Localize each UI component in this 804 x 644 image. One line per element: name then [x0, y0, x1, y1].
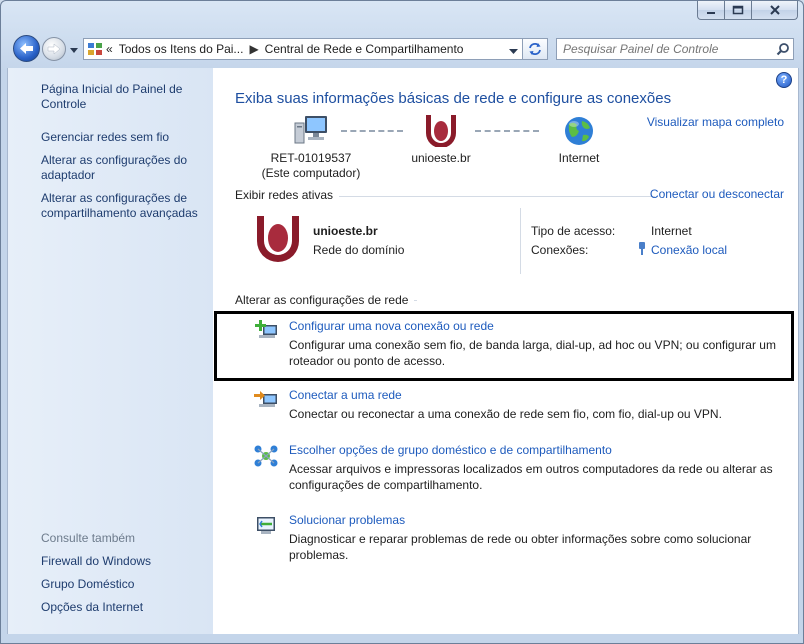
active-network-type[interactable]: Rede do domínio	[313, 243, 404, 257]
close-icon	[769, 5, 780, 15]
computer-name: RET-01019537	[270, 151, 352, 165]
forward-arrow-icon	[47, 43, 61, 55]
breadcrumb-all-items[interactable]: Todos os Itens do Pai...	[119, 42, 244, 56]
network-logo-icon	[426, 115, 456, 147]
sidebar-link-adapter[interactable]: Alterar as configurações do adaptador	[41, 153, 206, 183]
computer-subtitle: (Este computador)	[261, 166, 361, 180]
active-networks-label: Exibir redes ativas	[235, 188, 340, 202]
task-link-troubleshoot[interactable]: Solucionar problemas	[289, 513, 405, 527]
connect-disconnect-link[interactable]: Conectar ou desconectar	[650, 187, 784, 201]
back-arrow-icon	[20, 43, 33, 54]
network-logo-icon	[257, 216, 299, 262]
page-title: Exiba suas informações básicas de rede e…	[235, 90, 672, 107]
homegroup-icon	[254, 445, 278, 467]
search-box[interactable]	[556, 38, 794, 60]
see-also-firewall[interactable]: Firewall do Windows	[41, 554, 206, 569]
highlight-box	[214, 311, 794, 381]
internet-node[interactable]: Internet	[543, 115, 615, 166]
address-dropdown-button[interactable]	[509, 45, 518, 59]
task-desc-troubleshoot: Diagnosticar e reparar problemas de rede…	[289, 532, 752, 562]
forward-button[interactable]	[42, 37, 66, 61]
window: « Todos os Itens do Pai... ▶ Central de …	[0, 0, 804, 644]
sidebar-link-sharing[interactable]: Alterar as configurações de compartilham…	[41, 191, 206, 221]
task-link-connect-network[interactable]: Conectar a uma rede	[289, 388, 402, 402]
network-node[interactable]: unioeste.br	[401, 115, 481, 166]
recent-pages-button[interactable]	[69, 44, 79, 58]
local-connection-link[interactable]: Conexão local	[651, 243, 727, 257]
search-button[interactable]	[773, 42, 793, 56]
navigation-bar: « Todos os Itens do Pai... ▶ Central de …	[1, 33, 803, 65]
refresh-icon	[529, 43, 541, 55]
computer-icon	[294, 116, 327, 144]
close-button[interactable]	[752, 1, 798, 20]
chevron-down-icon	[509, 49, 518, 54]
vertical-divider	[520, 208, 521, 274]
minimize-button[interactable]	[697, 1, 725, 20]
caption-buttons	[697, 1, 798, 20]
address-prefix[interactable]: «	[106, 42, 113, 56]
sidebar-link-wireless[interactable]: Gerenciar redes sem fio	[41, 130, 206, 145]
maximize-button[interactable]	[725, 1, 752, 20]
access-type-label: Tipo de acesso:	[531, 224, 616, 238]
active-network-name[interactable]: unioeste.br	[313, 224, 378, 238]
see-also-internet-options[interactable]: Opções da Internet	[41, 600, 206, 615]
search-input[interactable]	[557, 42, 773, 56]
change-settings-label: Alterar as configurações de rede	[235, 293, 415, 307]
network-name: unioeste.br	[411, 151, 471, 165]
refresh-button[interactable]	[522, 38, 548, 60]
control-panel-icon	[84, 39, 106, 59]
maximize-icon	[732, 5, 744, 15]
connections-label: Conexões:	[531, 243, 589, 257]
chevron-down-icon	[70, 48, 78, 53]
sidebar: Página Inicial do Painel de Controle Ger…	[7, 68, 213, 634]
breadcrumb-network-center[interactable]: Central de Rede e Compartilhamento	[265, 42, 464, 56]
see-also-heading: Consulte também	[41, 531, 136, 545]
see-also-homegroup[interactable]: Grupo Doméstico	[41, 577, 206, 592]
help-icon[interactable]: ?	[776, 72, 792, 88]
map-connector	[475, 130, 539, 132]
task-desc-homegroup: Acessar arquivos e impressoras localizad…	[289, 462, 773, 492]
ethernet-icon	[639, 242, 645, 255]
troubleshoot-icon	[257, 517, 275, 534]
back-button[interactable]	[13, 35, 40, 62]
task-desc-connect-network: Conectar ou reconectar a uma conexão de …	[289, 407, 722, 421]
connect-network-icon	[254, 391, 277, 407]
breadcrumb-separator-icon[interactable]: ▶	[249, 42, 258, 56]
address-bar[interactable]: « Todos os Itens do Pai... ▶ Central de …	[83, 38, 523, 60]
task-link-homegroup[interactable]: Escolher opções de grupo doméstico e de …	[289, 443, 612, 457]
sidebar-link-home[interactable]: Página Inicial do Painel de Controle	[41, 82, 206, 112]
search-icon	[776, 43, 789, 56]
computer-node[interactable]: RET-01019537 (Este computador)	[255, 115, 367, 181]
globe-icon	[565, 117, 593, 145]
minimize-icon	[707, 12, 715, 14]
view-full-map-link[interactable]: Visualizar mapa completo	[647, 115, 784, 129]
access-type-value: Internet	[651, 224, 692, 238]
internet-label: Internet	[558, 151, 600, 165]
